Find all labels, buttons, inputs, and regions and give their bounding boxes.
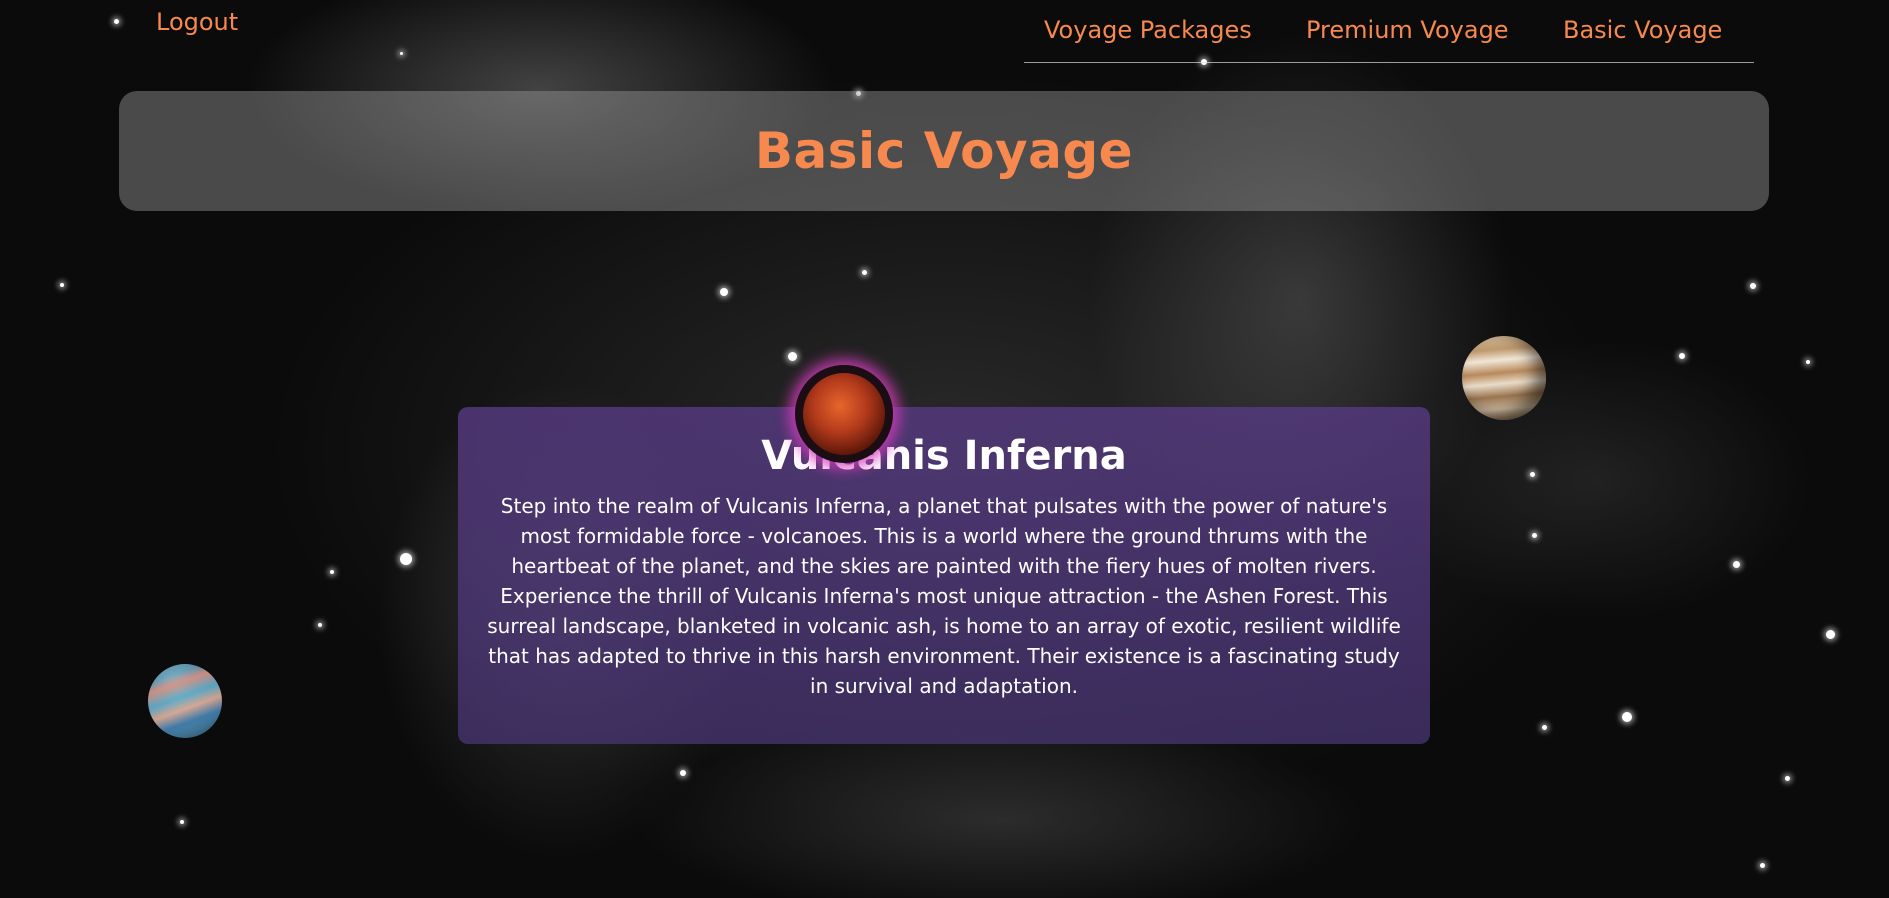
star bbox=[680, 770, 686, 776]
nav-item-basic-voyage[interactable]: Basic Voyage bbox=[1563, 16, 1722, 44]
nav-item-premium-voyage[interactable]: Premium Voyage bbox=[1306, 16, 1509, 44]
star bbox=[330, 570, 334, 574]
page-title: Basic Voyage bbox=[754, 122, 1134, 180]
star bbox=[1760, 863, 1765, 868]
star bbox=[400, 52, 403, 55]
star bbox=[1622, 712, 1632, 722]
star bbox=[1750, 283, 1756, 289]
gas-giant-planet-icon bbox=[1462, 336, 1546, 420]
star bbox=[400, 553, 412, 565]
title-banner: Basic Voyage bbox=[119, 91, 1769, 211]
star bbox=[1806, 360, 1810, 364]
star bbox=[720, 288, 728, 296]
blue-planet-icon bbox=[148, 664, 222, 738]
logout-link[interactable]: Logout bbox=[156, 8, 238, 36]
star bbox=[1826, 630, 1835, 639]
star bbox=[114, 19, 119, 24]
star bbox=[318, 623, 322, 627]
star bbox=[180, 820, 184, 824]
top-navigation: Voyage Packages Premium Voyage Basic Voy… bbox=[1024, 16, 1754, 63]
star bbox=[1785, 776, 1790, 781]
planet-card: Vulcanis Inferna Step into the realm of … bbox=[458, 407, 1430, 744]
star bbox=[1733, 561, 1740, 568]
star bbox=[1679, 353, 1685, 359]
star bbox=[788, 352, 797, 361]
star bbox=[1532, 533, 1537, 538]
star bbox=[862, 270, 867, 275]
planet-name: Vulcanis Inferna bbox=[761, 433, 1127, 479]
star bbox=[1530, 472, 1535, 477]
star bbox=[60, 283, 64, 287]
nav-item-voyage-packages[interactable]: Voyage Packages bbox=[1044, 16, 1252, 44]
red-planet-icon bbox=[795, 365, 893, 463]
planet-description: Step into the realm of Vulcanis Inferna,… bbox=[487, 494, 1401, 698]
star bbox=[1542, 725, 1547, 730]
